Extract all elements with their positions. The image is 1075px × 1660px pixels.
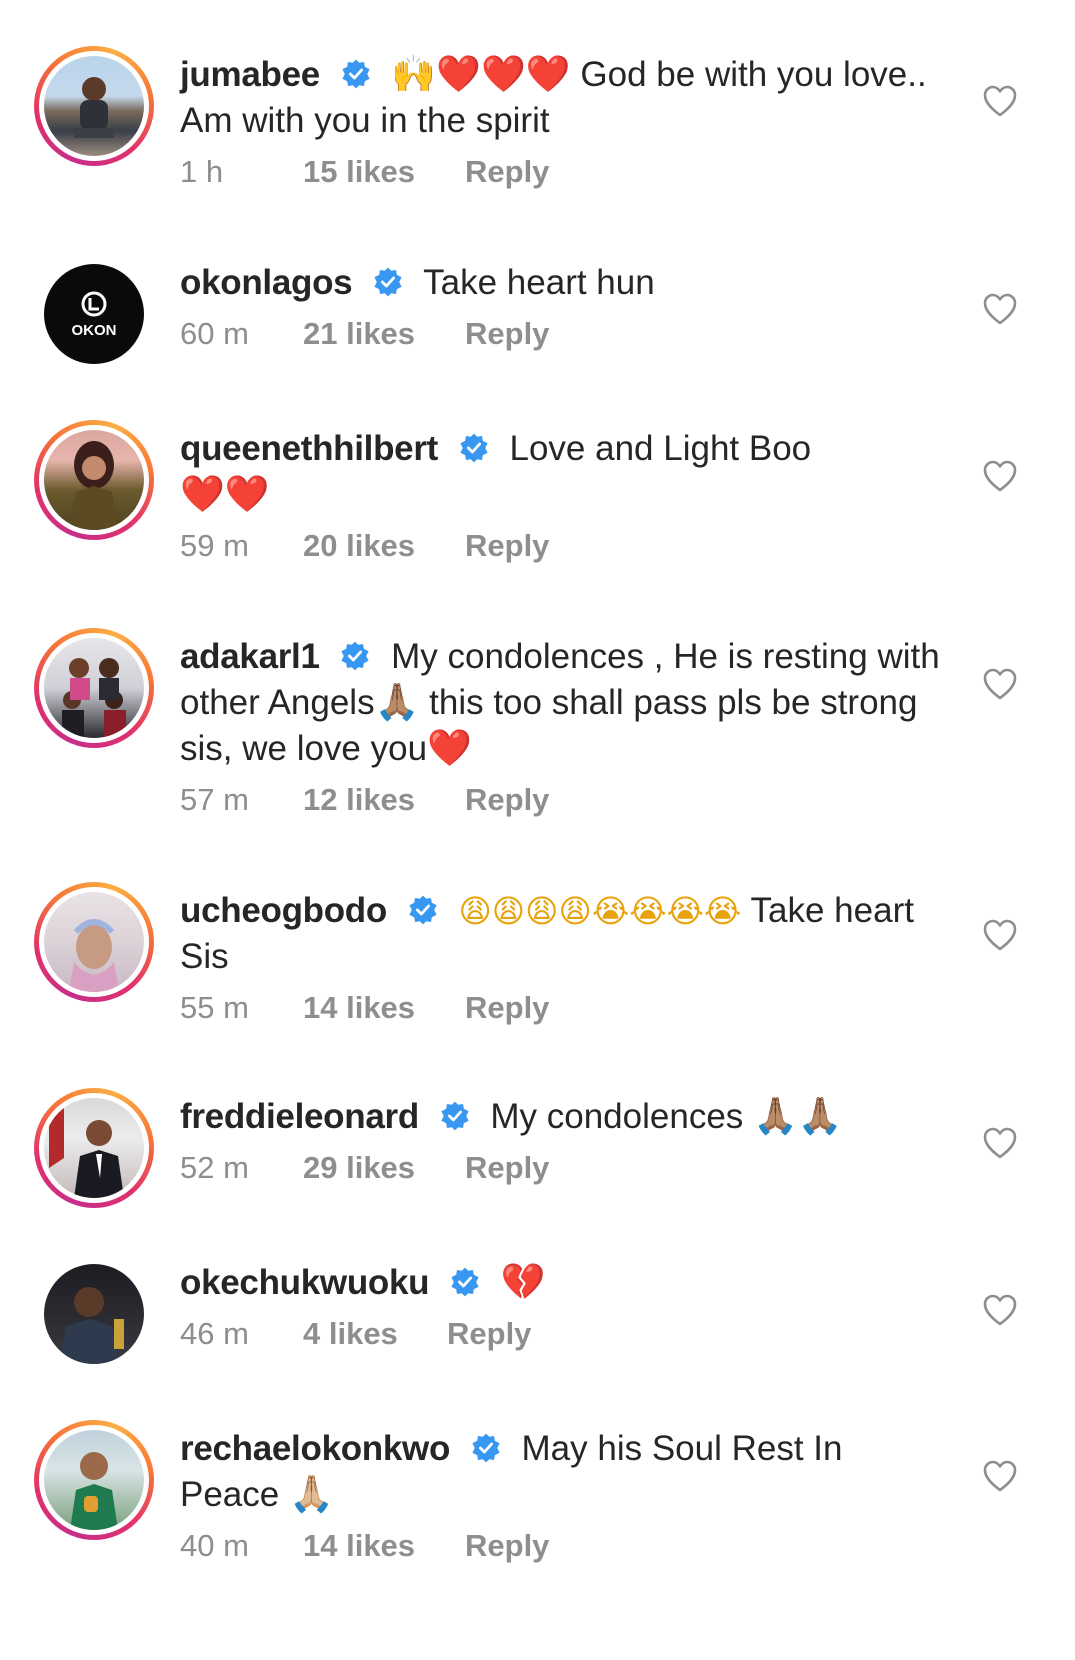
avatar[interactable]	[34, 1420, 154, 1540]
heart-outline-icon[interactable]	[982, 1126, 1018, 1160]
comment-likes[interactable]: 4 likes	[303, 1316, 419, 1352]
avatar-text: OKON	[71, 322, 117, 339]
comment-time: 57 m	[180, 782, 249, 817]
comment-emojis: ❤️❤️	[180, 474, 270, 515]
comment-emojis: ❤️	[427, 728, 472, 769]
avatar[interactable]	[34, 420, 154, 540]
verified-badge-icon	[374, 267, 402, 297]
avatar[interactable]: OKON	[34, 254, 154, 374]
comment-likes[interactable]: 14 likes	[303, 1528, 437, 1564]
heart-outline-icon[interactable]	[982, 84, 1018, 118]
comment-time: 46 m	[180, 1316, 249, 1351]
verified-badge-icon	[341, 641, 369, 671]
comment-emojis: 🙏🏼	[288, 1474, 334, 1515]
reply-button[interactable]: Reply	[465, 1150, 549, 1186]
comment-likes[interactable]: 29 likes	[303, 1150, 437, 1186]
comment-text: Love and Light Boo	[509, 429, 812, 468]
comment-likes[interactable]: 20 likes	[303, 528, 437, 564]
comment-username[interactable]: rechaelokonkwo	[180, 1429, 450, 1468]
verified-badge-icon	[451, 1267, 479, 1297]
avatar[interactable]	[34, 46, 154, 166]
avatar[interactable]	[34, 628, 154, 748]
verified-badge-icon	[460, 433, 488, 463]
comment-username[interactable]: okechukwuoku	[180, 1263, 430, 1302]
comment-time: 59 m	[180, 528, 249, 563]
okon-logo-icon	[81, 291, 107, 317]
avatar[interactable]	[34, 1254, 154, 1374]
comment-likes[interactable]: 12 likes	[303, 782, 437, 818]
comment-username[interactable]: okonlagos	[180, 263, 353, 302]
verified-badge-icon	[441, 1101, 469, 1131]
heart-outline-icon[interactable]	[982, 667, 1018, 701]
reply-button[interactable]: Reply	[465, 528, 549, 564]
reply-button[interactable]: Reply	[465, 154, 549, 190]
heart-outline-icon[interactable]	[982, 1293, 1018, 1327]
avatar-photo	[44, 1430, 144, 1530]
heart-outline-icon[interactable]	[982, 459, 1018, 493]
comment-emojis: 🙏🏽	[374, 682, 420, 723]
comment-time: 60 m	[180, 316, 249, 351]
avatar[interactable]	[34, 1088, 154, 1208]
comment-username[interactable]: jumabee	[180, 55, 320, 94]
comment-username[interactable]: freddieleonard	[180, 1097, 419, 1136]
comment-text: My condolences	[490, 1097, 754, 1136]
heart-outline-icon[interactable]	[982, 292, 1018, 326]
avatar[interactable]	[34, 882, 154, 1002]
comment-time: 52 m	[180, 1150, 249, 1185]
comment-time: 1 h	[180, 154, 224, 189]
avatar-photo	[44, 56, 144, 156]
verified-badge-icon	[409, 895, 437, 925]
comment-emojis: 🙌❤️❤️❤️	[391, 54, 571, 95]
comment-username[interactable]: adakarl1	[180, 637, 320, 676]
avatar-photo	[44, 1098, 144, 1198]
avatar-photo	[44, 430, 144, 530]
comment-likes[interactable]: 15 likes	[303, 154, 437, 190]
comment-emojis: 😩😩😩😩😭😭😭😭	[458, 892, 742, 930]
avatar-photo	[44, 638, 144, 738]
reply-button[interactable]: Reply	[465, 316, 549, 352]
avatar-photo	[44, 1264, 144, 1364]
comment-likes[interactable]: 21 likes	[303, 316, 437, 352]
comment-username[interactable]: queenethhilbert	[180, 429, 438, 468]
comment-likes[interactable]: 14 likes	[303, 990, 437, 1026]
reply-button[interactable]: Reply	[447, 1316, 531, 1352]
verified-badge-icon	[342, 59, 370, 89]
comment-text: Take heart hun	[423, 263, 655, 302]
reply-button[interactable]: Reply	[465, 1528, 549, 1564]
comment-username[interactable]: ucheogbodo	[180, 891, 387, 930]
broken-heart-icon: 💔	[500, 1262, 546, 1303]
reply-button[interactable]: Reply	[465, 990, 549, 1026]
comment-time: 55 m	[180, 990, 249, 1025]
reply-button[interactable]: Reply	[465, 782, 549, 818]
verified-badge-icon	[472, 1433, 500, 1463]
avatar-photo	[44, 892, 144, 992]
comment-emojis: 🙏🏽🙏🏽	[753, 1096, 843, 1137]
heart-outline-icon[interactable]	[982, 1459, 1018, 1493]
comment-time: 40 m	[180, 1528, 249, 1563]
heart-outline-icon[interactable]	[982, 918, 1018, 952]
